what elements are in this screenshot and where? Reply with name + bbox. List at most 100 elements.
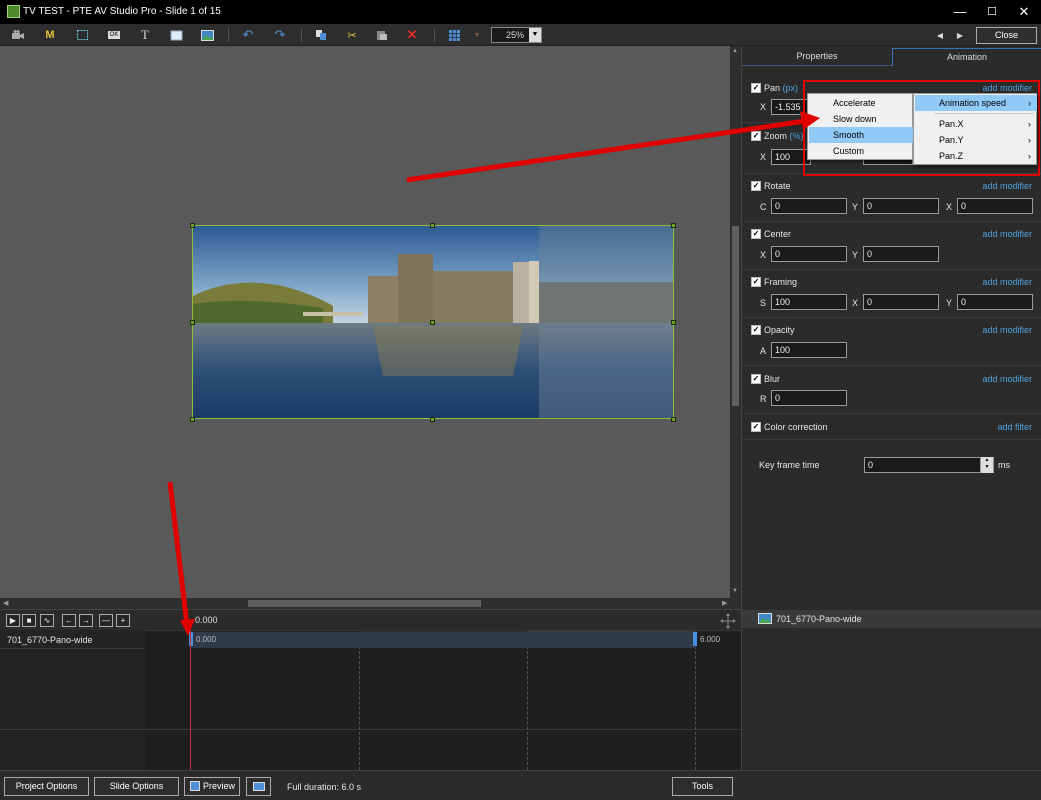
canvas-vertical-scrollbar[interactable]: ▲ ▼ (730, 46, 741, 598)
center-y-field[interactable]: 0 (863, 246, 939, 262)
cut-icon[interactable]: ✂ (342, 27, 362, 43)
color-correction-label: Color correction (764, 422, 828, 432)
text-icon[interactable]: T (135, 27, 155, 43)
zoom-select[interactable]: 25% ▼ (491, 27, 542, 43)
center-checkbox[interactable]: ✓ (751, 229, 761, 239)
submenu-arrow-icon: › (1028, 98, 1031, 108)
menu-item-slow-down[interactable]: Slow down (809, 111, 913, 127)
menu-item-pan-z[interactable]: Pan.Z › (915, 148, 1037, 164)
menu-item-animation-speed[interactable]: Animation speed › (915, 95, 1037, 111)
ok-icon[interactable]: OK (104, 27, 124, 43)
toolbar: M OK T ↶ ↷ ✂ ✕ ▼ 25% ▼ ◀ ▶ Close (0, 24, 1041, 46)
opacity-checkbox[interactable]: ✓ (751, 325, 761, 335)
keyframe-time-field[interactable]: 0 (864, 457, 994, 473)
rotate-checkbox[interactable]: ✓ (751, 181, 761, 191)
track-name[interactable]: 701_6770-Pano-wide (7, 635, 93, 645)
color-correction-checkbox[interactable]: ✓ (751, 422, 761, 432)
rotate-add-modifier-link[interactable]: add modifier (942, 181, 1032, 191)
menu-item-custom[interactable]: Custom (809, 143, 913, 159)
add-filter-link[interactable]: add filter (942, 422, 1032, 432)
next-slide-icon[interactable]: ▶ (950, 27, 970, 43)
scroll-left-icon[interactable]: ◀ (3, 599, 8, 607)
framing-y-field[interactable]: 0 (957, 294, 1033, 310)
rotate-x-field[interactable]: 0 (957, 198, 1033, 214)
framing-add-modifier-link[interactable]: add modifier (942, 277, 1032, 287)
scrollbar-thumb[interactable] (248, 600, 481, 607)
paste-icon[interactable] (372, 27, 392, 43)
grid-dropdown-icon[interactable]: ▼ (467, 27, 487, 43)
tab-properties[interactable]: Properties (742, 48, 892, 66)
copy-icon[interactable] (311, 27, 331, 43)
add-keyframe-button[interactable]: + (116, 614, 130, 627)
rectangle-icon[interactable] (166, 27, 186, 43)
keyframe-spinner[interactable]: ▲ ▼ (980, 457, 993, 473)
fullscreen-preview-button[interactable] (246, 777, 271, 796)
canvas-horizontal-scrollbar[interactable]: ◀ ▶ (0, 598, 741, 609)
zoom-unit: (%) (789, 131, 804, 141)
framing-x-field[interactable]: 0 (863, 294, 939, 310)
center-add-modifier-link[interactable]: add modifier (942, 229, 1032, 239)
remove-keyframe-button[interactable]: — (99, 614, 113, 627)
resize-handle[interactable] (190, 320, 195, 325)
resize-handle[interactable] (190, 417, 195, 422)
zoom-checkbox[interactable]: ✓ (751, 131, 761, 141)
stop-button[interactable]: ■ (22, 614, 36, 627)
object-list-item[interactable]: 701_6770-Pano-wide (742, 610, 1041, 628)
preview-label: Preview (202, 781, 235, 791)
camera-icon[interactable] (8, 27, 28, 43)
tools-button[interactable]: Tools (672, 777, 733, 796)
next-keyframe-button[interactable]: → (79, 614, 93, 627)
preview-button[interactable]: Preview (184, 777, 240, 796)
frame-icon[interactable] (72, 27, 92, 43)
rotate-y-field[interactable]: 0 (863, 198, 939, 214)
project-options-button[interactable]: Project Options (4, 777, 89, 796)
playhead[interactable] (190, 630, 191, 770)
framing-checkbox[interactable]: ✓ (751, 277, 761, 287)
pan-checkbox[interactable]: ✓ (751, 83, 761, 93)
maximize-button[interactable]: ☐ (975, 0, 1009, 24)
menu-item-accelerate[interactable]: Accelerate (809, 95, 913, 111)
resize-handle[interactable] (671, 417, 676, 422)
move-icon[interactable] (719, 612, 737, 630)
undo-icon[interactable]: ↶ (238, 27, 258, 43)
rotate-c-field[interactable]: 0 (771, 198, 847, 214)
timeline-clip[interactable]: 0.000 6.000 (190, 632, 720, 648)
minimize-button[interactable]: — (943, 0, 977, 24)
keyframe-marker-end[interactable] (693, 632, 697, 646)
slide-options-button[interactable]: Slide Options (94, 777, 179, 796)
delete-icon[interactable]: ✕ (402, 27, 422, 43)
image-icon[interactable] (197, 27, 217, 43)
framing-s-field[interactable]: 100 (771, 294, 847, 310)
menu-item-pan-z-label: Pan.Z (939, 151, 964, 161)
blur-r-field[interactable]: 0 (771, 390, 847, 406)
grid-icon[interactable] (444, 27, 464, 43)
menu-item-pan-y[interactable]: Pan.Y › (915, 132, 1037, 148)
resize-handle[interactable] (430, 320, 435, 325)
redo-icon[interactable]: ↷ (270, 27, 290, 43)
tab-animation[interactable]: Animation (892, 48, 1041, 66)
resize-handle[interactable] (671, 320, 676, 325)
prev-keyframe-button[interactable]: ← (62, 614, 76, 627)
play-button[interactable]: ▶ (6, 614, 20, 627)
scroll-down-icon[interactable]: ▼ (732, 588, 738, 594)
menu-item-pan-x[interactable]: Pan.X › (915, 116, 1037, 132)
prev-slide-icon[interactable]: ◀ (930, 27, 950, 43)
blur-checkbox[interactable]: ✓ (751, 374, 761, 384)
scroll-up-icon[interactable]: ▲ (732, 48, 738, 54)
close-button[interactable]: Close (976, 27, 1037, 44)
waveform-button[interactable]: ∿ (40, 614, 54, 627)
resize-handle[interactable] (190, 223, 195, 228)
opacity-add-modifier-link[interactable]: add modifier (942, 325, 1032, 335)
center-x-field[interactable]: 0 (771, 246, 847, 262)
timeline-track-area[interactable] (145, 630, 741, 770)
resize-handle[interactable] (671, 223, 676, 228)
resize-handle[interactable] (430, 223, 435, 228)
mask-icon[interactable]: M (40, 27, 60, 43)
resize-handle[interactable] (430, 417, 435, 422)
scroll-right-icon[interactable]: ▶ (722, 599, 727, 607)
close-window-button[interactable]: ✕ (1007, 0, 1041, 24)
scrollbar-thumb[interactable] (732, 226, 739, 406)
opacity-a-field[interactable]: 100 (771, 342, 847, 358)
menu-item-smooth[interactable]: Smooth (809, 127, 913, 143)
blur-add-modifier-link[interactable]: add modifier (942, 374, 1032, 384)
